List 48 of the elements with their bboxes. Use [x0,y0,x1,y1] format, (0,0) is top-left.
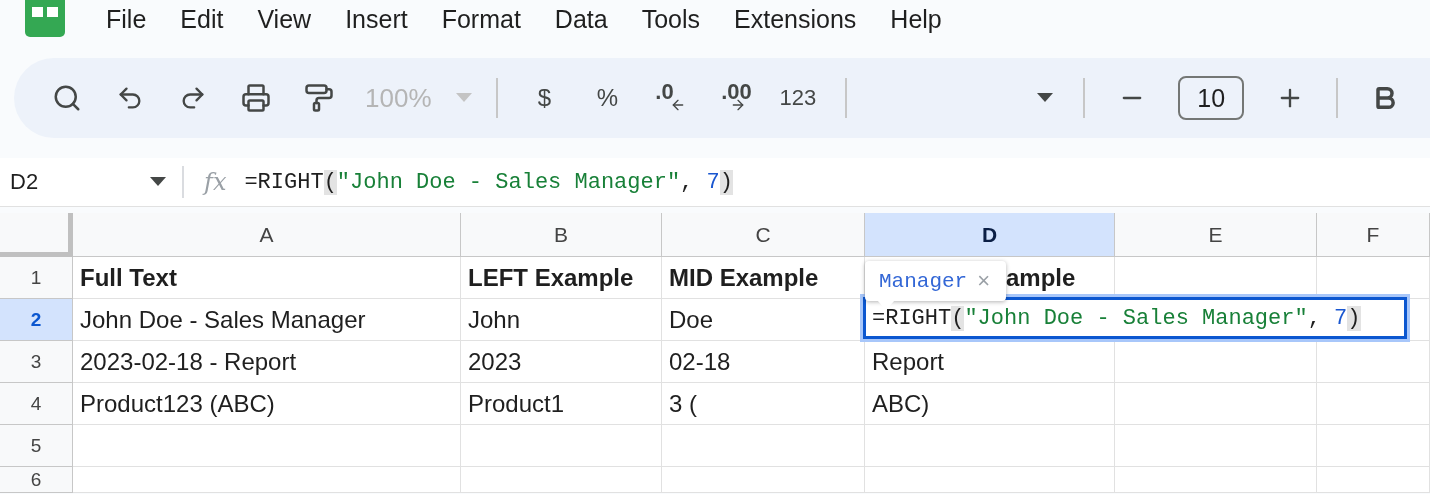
menu-item[interactable]: Insert [345,4,426,34]
table-cell: Product123 (ABC) [73,383,461,425]
table-cell: Product1 [461,383,662,425]
column-header[interactable]: E [1115,213,1317,257]
table-cell: 2023 [461,341,662,383]
table-cell: 02-18 [662,341,865,383]
increase-decimal-button[interactable]: .00 [716,76,751,120]
column-header[interactable]: C [662,213,865,257]
decrease-decimal-button[interactable]: .0 [653,76,688,120]
table-cell: John Doe - Sales Manager [73,299,461,341]
caret-icon [455,93,472,103]
name-box[interactable]: D2 [0,169,182,195]
menu-item[interactable]: Edit [180,4,242,34]
table-cell: 2023-02-18 - Report [73,341,461,383]
formula-text: =RIGHT("John Doe - Sales Manager", 7) [872,305,1361,331]
table-cell: ABC) [865,383,1115,425]
column-header[interactable]: B [461,213,662,257]
currency-button[interactable]: $ [527,76,562,120]
menu-item[interactable]: View [257,4,330,34]
row-header[interactable]: 5 [0,425,73,467]
menu-item[interactable]: Help [890,4,960,34]
column-header[interactable]: A [73,213,461,257]
row-header[interactable]: 6 [0,467,73,493]
caret-icon [1037,93,1054,103]
table-cell: 3 ( [662,383,865,425]
menu-item[interactable]: Data [554,4,626,34]
font-size-field[interactable]: 10 [1178,76,1245,120]
cell-editor[interactable]: =RIGHT("John Doe - Sales Manager", 7) [863,297,1407,339]
row-header[interactable]: 4 [0,383,73,425]
header-cell: Full Text [73,257,461,299]
menu-item[interactable]: Tools [641,4,719,34]
function-icon: fx [204,168,227,196]
preview-value: Manager [879,269,968,293]
row-header[interactable]: 1 [0,257,73,299]
number-format-button[interactable]: 123 [779,76,817,120]
column-header[interactable]: F [1317,213,1430,257]
caret-icon [150,177,166,187]
row-header[interactable]: 3 [0,341,73,383]
formula-text: =RIGHT("John Doe - Sales Manager", 7) [244,169,733,195]
header-cell: LEFT Example [461,257,662,299]
app-logo-icon[interactable] [25,0,65,37]
menu-item[interactable]: Extensions [734,4,875,34]
row-header[interactable]: 2 [0,299,73,341]
percent-button[interactable]: % [590,76,625,120]
menu-item[interactable]: File [106,4,165,34]
table-cell: John [461,299,662,341]
menu-item[interactable]: Format [441,4,539,34]
column-header[interactable]: D [865,213,1115,257]
